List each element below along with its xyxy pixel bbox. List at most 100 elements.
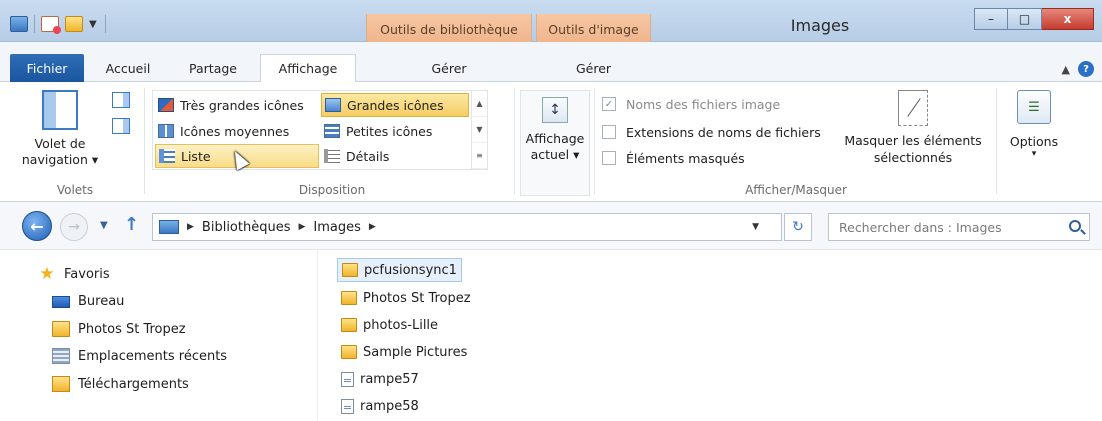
show-hide-group-label: Afficher/Masquer xyxy=(745,183,847,197)
refresh-icon[interactable]: ↻ xyxy=(784,213,812,241)
nav-item-emplacements-recents[interactable]: Emplacements récents xyxy=(52,348,227,364)
hidden-items-checkbox[interactable] xyxy=(602,151,616,165)
address-history-chevron-down-icon[interactable]: ▼ xyxy=(752,222,759,232)
current-view-label-2: actuel ▾ xyxy=(530,147,580,162)
file-name: rampe57 xyxy=(360,371,419,387)
navigation-bar: ← → ▼ ↑ ▶ Bibliothèques ▶ Images ▶ ▼ ↻ xyxy=(0,202,1102,250)
volets-group-label: Volets xyxy=(56,183,94,197)
tab-fichier[interactable]: Fichier xyxy=(10,54,84,82)
layout-extra-large-icons[interactable]: Très grandes icônes xyxy=(155,93,319,117)
tab-partage[interactable]: Partage xyxy=(172,54,254,82)
search-input[interactable] xyxy=(839,219,1039,235)
layout-medium-label: Icônes moyennes xyxy=(180,123,290,139)
tab-gerer-library[interactable]: Gérer xyxy=(366,54,532,82)
hide-selected-label-1: Masquer les éléments xyxy=(844,133,982,148)
search-icon[interactable] xyxy=(1069,220,1081,232)
layout-small-icons[interactable]: Petites icônes xyxy=(321,119,469,143)
close-button[interactable]: x xyxy=(1042,8,1094,30)
search-box[interactable] xyxy=(828,213,1090,241)
navigation-pane-button[interactable]: Volet de navigation ▾ xyxy=(12,90,108,168)
gallery-expand-icon[interactable]: ≡ xyxy=(472,143,487,169)
breadcrumb-chevron-icon[interactable]: ▶ xyxy=(298,222,305,232)
hidden-items-toggle[interactable]: Éléments masqués xyxy=(602,148,745,168)
list-item[interactable]: photos-Lille xyxy=(337,313,442,337)
breadcrumb-chevron-icon[interactable]: ▶ xyxy=(187,222,194,232)
minimize-button[interactable]: – xyxy=(974,8,1008,30)
medium-icons-icon xyxy=(158,124,174,138)
small-icons-icon xyxy=(324,124,340,138)
ribbon-tab-bar: Fichier Accueil Partage Affichage Gérer … xyxy=(0,42,1102,124)
layout-large-icons[interactable]: Grandes icônes xyxy=(321,93,469,117)
file-icon xyxy=(341,371,354,387)
list-icon xyxy=(159,149,175,163)
file-icon xyxy=(341,398,354,414)
nav-item-favoris[interactable]: ★ Favoris xyxy=(38,266,110,283)
hide-selected-items-button[interactable]: Masquer les éléments sélectionnés xyxy=(838,90,988,166)
layout-gallery: Très grandes icônes Grandes icônes Icône… xyxy=(152,90,488,170)
current-view-button[interactable]: ↕ Affichage actuel ▾ xyxy=(520,90,590,196)
tab-accueil[interactable]: Accueil xyxy=(92,54,164,82)
group-separator xyxy=(594,88,595,194)
forward-arrow-icon[interactable]: → xyxy=(60,213,88,241)
gallery-scroll-down-icon[interactable]: ▼ xyxy=(472,117,487,143)
group-separator xyxy=(144,88,145,194)
list-item[interactable]: pcfusionsync1 xyxy=(337,258,462,282)
file-extensions-label: Extensions de noms de fichiers xyxy=(626,124,821,140)
hide-selected-label-2: sélectionnés xyxy=(873,150,953,165)
large-icons-icon xyxy=(325,98,341,112)
up-arrow-icon[interactable]: ↑ xyxy=(124,214,139,235)
nav-item-label: Favoris xyxy=(64,266,110,282)
nav-item-label: Emplacements récents xyxy=(78,348,228,364)
file-list: pcfusionsync1 Photos St Tropez photos-Li… xyxy=(319,250,1102,421)
preview-pane-icon[interactable] xyxy=(112,92,130,108)
minimize-ribbon-chevron-up-icon[interactable]: ▲ xyxy=(1062,63,1070,76)
layout-extra-large-label: Très grandes icônes xyxy=(180,97,304,113)
gallery-scroll: ▲ ▼ ≡ xyxy=(471,91,487,169)
list-item[interactable]: rampe57 xyxy=(337,367,423,391)
list-item[interactable]: Sample Pictures xyxy=(337,340,471,364)
nav-item-photos-st-tropez[interactable]: Photos St Tropez xyxy=(52,321,186,337)
current-view-label-1: Affichage xyxy=(525,131,585,146)
options-label: Options xyxy=(1009,134,1059,149)
options-chevron-down-icon: ▾ xyxy=(1031,149,1037,159)
file-extensions-toggle[interactable]: Extensions de noms de fichiers xyxy=(602,122,821,142)
details-icon xyxy=(324,149,340,163)
item-checkboxes-checkbox[interactable]: ✓ xyxy=(602,97,616,111)
list-item[interactable]: Photos St Tropez xyxy=(337,286,475,310)
layout-small-label: Petites icônes xyxy=(346,123,433,139)
list-item[interactable]: rampe58 xyxy=(337,394,423,418)
navigation-pane-label-1: Volet de xyxy=(34,136,86,151)
minimize-icon: – xyxy=(988,12,994,26)
tab-affichage[interactable]: Affichage xyxy=(260,54,356,83)
file-name: rampe58 xyxy=(360,398,419,414)
breadcrumb-bibliotheques[interactable]: Bibliothèques xyxy=(202,220,291,235)
address-bar[interactable]: ▶ Bibliothèques ▶ Images ▶ ▼ xyxy=(152,213,782,241)
explorer-icon[interactable] xyxy=(10,16,28,32)
customize-qat-chevron-down-icon[interactable]: ▼ xyxy=(89,19,99,30)
options-button[interactable]: ☰ Options ▾ xyxy=(1004,90,1064,159)
title-bar: ▼ Outils de bibliothèque Outils d'image … xyxy=(0,0,1102,44)
layout-list-label: Liste xyxy=(181,148,211,164)
nav-item-telechargements[interactable]: Téléchargements xyxy=(52,376,189,392)
nav-item-bureau[interactable]: Bureau xyxy=(52,294,124,309)
hidden-items-label: Éléments masqués xyxy=(626,150,745,166)
back-arrow-icon[interactable]: ← xyxy=(22,211,52,241)
properties-icon[interactable] xyxy=(41,16,61,34)
file-extensions-checkbox[interactable] xyxy=(602,125,616,139)
item-checkboxes-label: Noms des fichiers image xyxy=(626,96,781,112)
item-checkboxes-toggle[interactable]: ✓ Noms des fichiers image xyxy=(602,94,780,114)
layout-medium-icons[interactable]: Icônes moyennes xyxy=(155,119,319,143)
new-folder-icon[interactable] xyxy=(65,16,83,32)
maximize-button[interactable]: □ xyxy=(1008,8,1042,30)
gallery-scroll-up-icon[interactable]: ▲ xyxy=(472,91,487,117)
breadcrumb-chevron-icon[interactable]: ▶ xyxy=(369,222,376,232)
help-icon[interactable]: ? xyxy=(1078,61,1094,77)
recent-locations-chevron-down-icon[interactable]: ▼ xyxy=(100,220,108,231)
breadcrumb-images[interactable]: Images xyxy=(313,220,361,235)
tab-gerer-image[interactable]: Gérer xyxy=(536,54,651,82)
details-pane-icon[interactable] xyxy=(112,118,130,134)
library-folder-icon xyxy=(159,220,179,234)
layout-details[interactable]: Détails xyxy=(321,144,469,168)
recent-places-icon xyxy=(52,348,70,364)
group-separator xyxy=(514,88,515,194)
